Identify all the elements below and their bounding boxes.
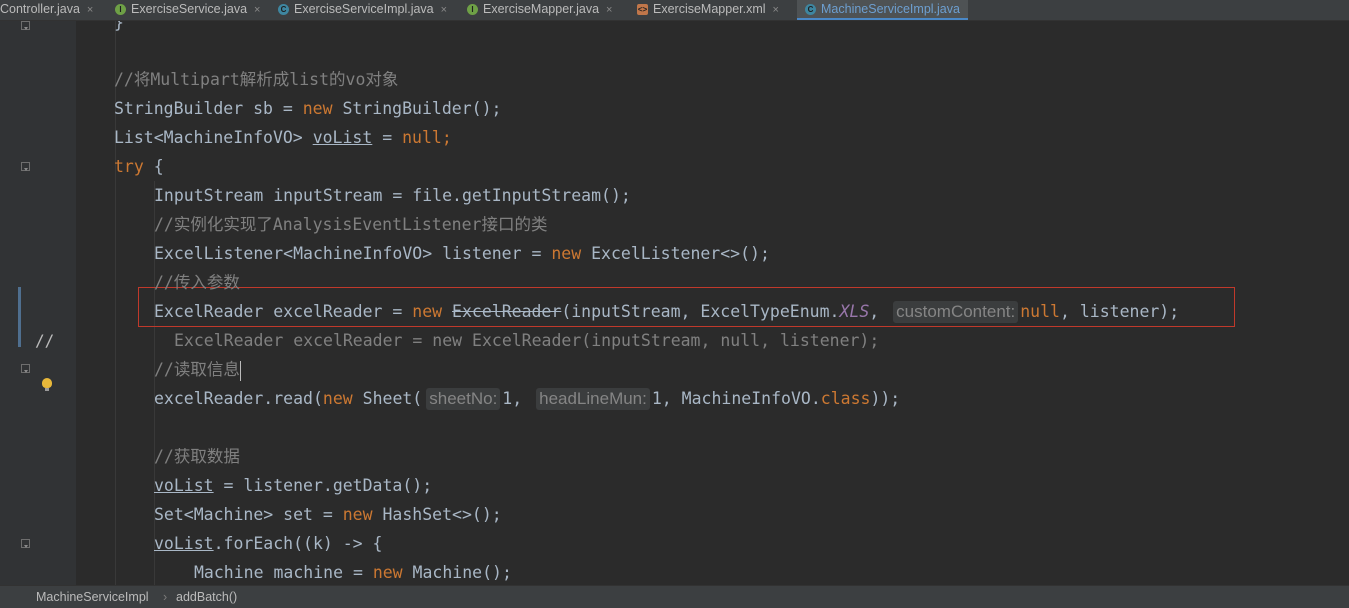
close-icon[interactable]: × [441,4,447,16]
code-line: //传入参数 [154,273,240,292]
code-editor[interactable]: } //将Multipart解析成list的vo对象 StringBuilder… [76,21,1349,585]
class-icon: C [805,4,816,16]
code-line: ExcelListener<MachineInfoVO> listener = … [154,244,770,263]
editor-tab-bar: Controller.java × I ExerciseService.java × … [0,0,1349,21]
change-marker[interactable] [18,287,21,347]
text-caret [239,360,241,381]
close-icon[interactable]: × [87,4,93,16]
code-line: voList.forEach((k) -> { [154,534,383,553]
tab-exercise-service[interactable]: I ExerciseService.java × [115,0,260,20]
interface-icon: I [115,4,126,16]
interface-icon: I [467,4,478,16]
fold-marker-icon[interactable] [21,21,30,30]
code-line: //将Multipart解析成list的vo对象 [114,70,399,89]
tab-machine-service-impl[interactable]: C MachineServiceImpl.java [797,0,968,20]
close-icon[interactable]: × [254,4,260,16]
tab-label: ExerciseMapper.xml [653,2,766,16]
tab-label: ExerciseService.java [131,2,248,16]
parameter-hint: sheetNo: [426,388,501,410]
code-line: List<MachineInfoVO> voList = null; [114,128,452,147]
code-line: Set<Machine> set = new HashSet<>(); [154,505,502,524]
tab-exercise-service-impl[interactable]: C ExerciseServiceImpl.java × [278,0,447,20]
lightbulb-icon[interactable] [42,378,52,391]
code-line: voList = listener.getData(); [154,476,433,495]
tab-label: Controller.java [0,2,80,16]
code-line: } [114,21,124,32]
code-line: //实例化实现了AnalysisEventListener接口的类 [154,215,548,234]
code-line: try { [114,157,164,176]
code-line: ExcelReader excelReader = new ExcelReade… [154,301,1180,323]
fold-marker-icon[interactable] [21,539,30,548]
code-line: //读取信息 [154,360,241,381]
code-line: //获取数据 [154,447,240,466]
parameter-hint: headLineMun: [536,388,650,410]
editor-gutter: // [0,21,76,585]
parameter-hint: customContent: [893,301,1019,323]
close-icon[interactable]: × [606,4,612,16]
class-icon: C [278,4,289,16]
tab-controller[interactable]: Controller.java × [0,0,93,20]
fold-marker-icon[interactable] [21,364,30,373]
tab-exercise-mapper-xml[interactable]: <> ExerciseMapper.xml × [637,0,779,20]
breadcrumb-class[interactable]: MachineServiceImpl [36,586,149,608]
code-line: Machine machine = new Machine(); [194,563,512,582]
fold-marker-icon[interactable] [21,162,30,171]
breadcrumb-separator: › [163,590,168,604]
code-line: excelReader.read(new Sheet(sheetNo: 1, he… [154,388,901,410]
gutter-comment-marker: // [35,331,55,350]
xml-icon: <> [637,4,648,16]
code-line: ExcelReader excelReader = new ExcelReade… [174,331,880,350]
code-line: InputStream inputStream = file.getInputS… [154,186,631,205]
tab-label: ExerciseMapper.java [483,2,600,16]
code-line: StringBuilder sb = new StringBuilder(); [114,99,502,118]
tab-exercise-mapper[interactable]: I ExerciseMapper.java × [467,0,612,20]
breadcrumb-method[interactable]: addBatch() [176,586,237,608]
breadcrumb: MachineServiceImpl › addBatch() [0,585,1349,608]
close-icon[interactable]: × [773,4,779,16]
tab-label: MachineServiceImpl.java [821,2,960,16]
tab-label: ExerciseServiceImpl.java [294,2,434,16]
